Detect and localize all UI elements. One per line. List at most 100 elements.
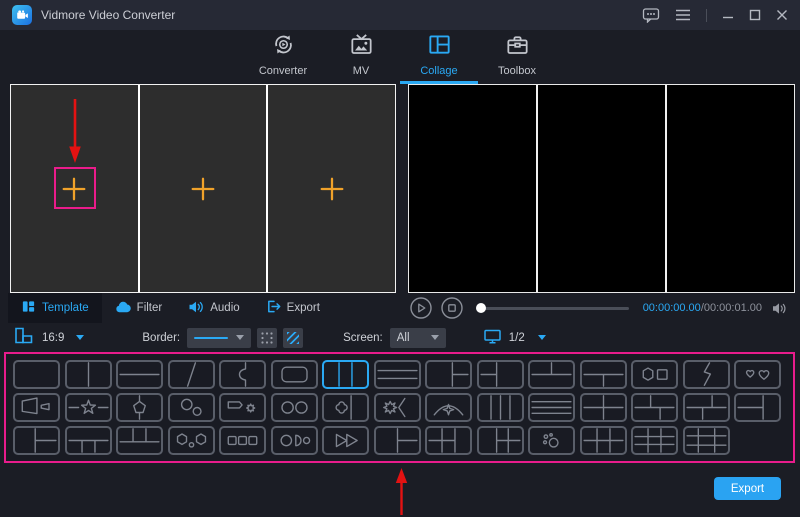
- template-two-columns[interactable]: [64, 360, 112, 389]
- template-split-top-big-bottom[interactable]: [528, 360, 575, 389]
- subtab-label: Filter: [136, 302, 163, 314]
- template-three-columns[interactable]: [322, 360, 369, 389]
- template-hexagon-square[interactable]: [631, 360, 678, 389]
- maximize-button[interactable]: [749, 9, 761, 21]
- template-grid-3x3-frame[interactable]: [682, 426, 730, 455]
- converter-icon: [271, 32, 296, 60]
- template-big-left-split-right[interactable]: [425, 360, 472, 389]
- template-grid-2x2-offset-left[interactable]: [631, 393, 678, 422]
- border-style-select[interactable]: [187, 327, 252, 348]
- tab-collage[interactable]: Collage: [400, 30, 478, 84]
- border-caret-icon: [236, 335, 245, 340]
- screen-label: Screen:: [343, 331, 383, 344]
- template-grid-3x3[interactable]: [631, 426, 678, 455]
- collage-cell-1-add-media[interactable]: [11, 85, 138, 292]
- template-arch-sparkle[interactable]: [425, 393, 472, 422]
- template-three-top-big-bottom[interactable]: [116, 426, 163, 455]
- ratio-value[interactable]: 16:9: [42, 332, 64, 344]
- screen-value: All: [396, 331, 410, 344]
- current-time: 00:00:00.00: [642, 302, 701, 314]
- close-button[interactable]: [776, 9, 788, 21]
- template-big-top-three-bottom[interactable]: [64, 426, 112, 455]
- collage-cell-3-add-media[interactable]: [268, 85, 396, 292]
- stop-button[interactable]: [441, 297, 463, 319]
- add-media-plus-icon: [62, 177, 86, 200]
- template-curve-split[interactable]: [219, 360, 266, 389]
- tab-mv[interactable]: MV: [322, 30, 400, 84]
- preview-pane-3: [667, 85, 794, 292]
- titlebar-separator: [706, 8, 707, 22]
- menu-icon[interactable]: [675, 9, 691, 21]
- template-star-split[interactable]: [64, 393, 112, 422]
- window-title: Vidmore Video Converter: [41, 8, 176, 22]
- template-three-rows[interactable]: [373, 360, 421, 389]
- template-circle-shapes[interactable]: [270, 426, 318, 455]
- page-caret-icon[interactable]: [537, 335, 546, 340]
- template-grid-2x3[interactable]: [579, 426, 627, 455]
- template-forward-triangles[interactable]: [322, 426, 369, 455]
- seek-slider[interactable]: [476, 303, 629, 313]
- template-column-split-right[interactable]: [373, 426, 421, 455]
- border-stripes-icon[interactable]: [283, 327, 304, 348]
- add-media-plus-icon: [320, 177, 344, 200]
- ratio-caret-icon[interactable]: [76, 335, 85, 340]
- subtab-audio[interactable]: Audio: [175, 293, 252, 323]
- template-two-rows[interactable]: [116, 360, 163, 389]
- template-big-top-split-bottom[interactable]: [579, 360, 627, 389]
- template-big-left-grid-right[interactable]: [476, 426, 524, 455]
- template-row-3: [13, 426, 786, 455]
- minimize-button[interactable]: [722, 9, 734, 21]
- template-big-left-two-right[interactable]: [13, 426, 60, 455]
- sub-row: Template Filter Audio Export 00:00:00.00…: [0, 293, 800, 323]
- subtab-filter[interactable]: Filter: [102, 293, 176, 323]
- screen-select[interactable]: All: [389, 327, 446, 348]
- template-three-squares[interactable]: [219, 426, 266, 455]
- template-bubbles[interactable]: [528, 426, 575, 455]
- tab-converter[interactable]: Converter: [244, 30, 322, 84]
- template-grid-2x2[interactable]: [579, 393, 627, 422]
- screen-monitor-icon: [484, 329, 501, 347]
- template-banner-gear[interactable]: [219, 393, 266, 422]
- subtab-export[interactable]: Export: [253, 293, 333, 323]
- template-split-left-big-right[interactable]: [476, 360, 524, 389]
- template-four-rows[interactable]: [528, 393, 575, 422]
- add-media-plus-icon: [191, 177, 215, 200]
- template-split-left-column-right[interactable]: [734, 393, 781, 422]
- tab-label: Toolbox: [498, 65, 536, 77]
- collage-editor: [10, 84, 396, 293]
- titlebar: Vidmore Video Converter: [0, 0, 800, 30]
- template-grid-2x3-left[interactable]: [425, 426, 472, 455]
- volume-icon[interactable]: [771, 301, 788, 316]
- template-diagonal-split[interactable]: [167, 360, 215, 389]
- collage-cell-2-add-media[interactable]: [139, 85, 267, 292]
- template-grid: [4, 352, 795, 463]
- feedback-icon[interactable]: [642, 7, 660, 23]
- subtab-label: Export: [286, 302, 320, 314]
- workspace: [0, 84, 800, 293]
- template-clover-split[interactable]: [322, 393, 369, 422]
- template-trapezoid-shapes[interactable]: [13, 393, 60, 422]
- subtab-template[interactable]: Template: [8, 293, 102, 323]
- mv-icon: [349, 32, 374, 60]
- main-tab-bar: Converter MV Collage Toolbox: [0, 30, 800, 84]
- bottom-bar: Export: [0, 463, 800, 517]
- border-color-dots-icon[interactable]: [257, 327, 278, 348]
- template-rounded-frame[interactable]: [270, 360, 318, 389]
- play-button[interactable]: [410, 297, 432, 319]
- seek-slider-handle[interactable]: [476, 303, 486, 313]
- app-logo-icon: [12, 5, 32, 25]
- template-grid-2x2-offset-right[interactable]: [682, 393, 730, 422]
- template-single[interactable]: [13, 360, 60, 389]
- tab-label: MV: [352, 65, 370, 77]
- template-two-circles-diagonal[interactable]: [167, 393, 215, 422]
- template-lightning-split[interactable]: [682, 360, 730, 389]
- template-pentagon-split[interactable]: [116, 393, 163, 422]
- export-button[interactable]: Export: [714, 477, 781, 500]
- template-two-circles[interactable]: [270, 393, 318, 422]
- tab-toolbox[interactable]: Toolbox: [478, 30, 556, 84]
- template-four-columns[interactable]: [476, 393, 524, 422]
- total-time: 00:00:01.00: [703, 302, 762, 314]
- template-hexagons-dot[interactable]: [167, 426, 215, 455]
- template-burst-bracket[interactable]: [373, 393, 421, 422]
- template-two-hearts[interactable]: [734, 360, 781, 389]
